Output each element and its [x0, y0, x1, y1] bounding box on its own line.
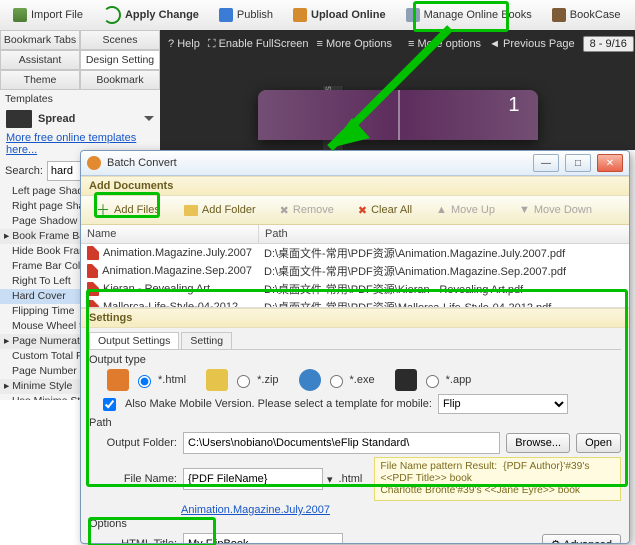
move-down-button[interactable]: ▼Move Down [512, 201, 599, 219]
remove-icon: ✖ [280, 204, 289, 217]
side-tab[interactable]: Assistant [0, 50, 80, 70]
pdf-icon [87, 246, 99, 260]
add-files-button[interactable]: ＋Add Files [89, 197, 167, 223]
folder-icon [184, 205, 198, 216]
example-link[interactable]: Animation.Magazine.July.2007 [181, 504, 330, 516]
dialog-icon [87, 156, 101, 170]
refresh-icon [103, 6, 121, 24]
col-path[interactable]: Path [259, 225, 629, 243]
side-tab[interactable]: Bookmark [80, 70, 160, 90]
minimize-button[interactable]: — [533, 154, 559, 172]
book-preview[interactable]: 1 [258, 90, 538, 140]
exe-icon [299, 369, 321, 391]
clear-all-button[interactable]: ✖Clear All [351, 201, 419, 220]
side-tab[interactable]: Theme [0, 70, 80, 90]
pdf-icon [87, 300, 99, 308]
clear-icon: ✖ [358, 204, 367, 217]
zip-icon [206, 369, 228, 391]
page-indicator[interactable]: 8 - 9/16 [583, 36, 634, 52]
side-tab[interactable]: Bookmark Tabs [0, 30, 80, 50]
app-icon [395, 369, 417, 391]
bookcase-icon [552, 8, 566, 22]
open-button[interactable]: Open [576, 433, 621, 453]
html-title-input[interactable] [183, 533, 343, 544]
dialog-title: Batch Convert [107, 157, 177, 169]
output-folder-input[interactable] [183, 432, 500, 454]
maximize-button[interactable]: □ [565, 154, 591, 172]
settings-header: Settings [81, 308, 629, 328]
radio-exe[interactable] [330, 375, 343, 388]
add-documents-header: Add Documents [81, 176, 629, 196]
fullscreen-button[interactable]: ⛶ Enable FullScreen [208, 38, 309, 51]
help-button[interactable]: ? Help [168, 38, 200, 50]
html-title-label: HTML Title: [99, 538, 177, 544]
file-row[interactable]: Animation.Magazine.Sep.2007D:\桌面文件-常用\PD… [81, 262, 629, 280]
side-tab[interactable]: Scenes [80, 30, 160, 50]
pdf-icon [87, 264, 98, 278]
import-icon [13, 8, 27, 22]
spread-template-name: Spread [38, 113, 75, 125]
move-up-button[interactable]: ▲Move Up [429, 201, 502, 219]
pattern-note: File Name pattern Result: {PDF Author}'#… [374, 457, 621, 501]
close-button[interactable]: ✕ [597, 154, 623, 172]
col-name[interactable]: Name [81, 225, 259, 243]
manage-books-button[interactable]: Manage Online Books [399, 5, 539, 25]
file-list[interactable]: NamePath Animation.Magazine.July.2007D:\… [81, 225, 629, 308]
browse-button[interactable]: Browse... [506, 433, 570, 453]
radio-zip[interactable] [237, 375, 250, 388]
tab-setting[interactable]: Setting [181, 332, 232, 349]
batch-convert-dialog: Batch Convert — □ ✕ Add Documents ＋Add F… [80, 150, 630, 544]
publish-icon [219, 8, 233, 22]
add-folder-button[interactable]: Add Folder [177, 201, 263, 219]
preview-area: ? Help ⛶ Enable FullScreen ≡ More Option… [160, 30, 635, 150]
file-row[interactable]: Kieran - Revealing ArtD:\桌面文件-常用\PDF资源\K… [81, 280, 629, 298]
file-row[interactable]: Mallorca-Life-Style-04-2012D:\桌面文件-常用\PD… [81, 298, 629, 308]
advanced-button[interactable]: ⚙ Advanced [542, 534, 621, 544]
chevron-down-icon[interactable] [144, 116, 154, 126]
remove-button[interactable]: ✖Remove [273, 201, 341, 220]
path-label: Path [89, 417, 621, 429]
file-name-input[interactable] [183, 468, 323, 490]
search-label: Search: [5, 165, 43, 177]
import-file-button[interactable]: Import File [6, 5, 90, 25]
side-tab[interactable]: Design Setting [80, 50, 160, 70]
more-options-1[interactable]: ≡ More Options [316, 38, 392, 50]
options-label: Options [89, 518, 621, 530]
publish-button[interactable]: Publish [212, 5, 280, 25]
output-type-label: Output type [89, 354, 621, 366]
file-name-label: File Name: [99, 473, 177, 485]
side-tabs: Bookmark TabsScenesAssistantDesign Setti… [0, 30, 160, 90]
file-row[interactable]: Animation.Magazine.July.2007D:\桌面文件-常用\P… [81, 244, 629, 262]
upload-icon [293, 8, 307, 22]
apply-change-button[interactable]: Apply Change [96, 3, 206, 27]
more-options-2[interactable]: ≡ More options [408, 38, 481, 50]
templates-label: Templates [0, 90, 160, 108]
tab-output-settings[interactable]: Output Settings [89, 332, 179, 349]
mobile-checkbox[interactable] [103, 398, 116, 411]
prev-page-button[interactable]: ◄ Previous Page [489, 38, 575, 50]
upload-online-button[interactable]: Upload Online [286, 5, 393, 25]
mobile-template-select[interactable]: Flip [438, 394, 568, 414]
html-icon [107, 369, 129, 391]
books-icon [406, 8, 420, 22]
output-folder-label: Output Folder: [99, 437, 177, 449]
radio-app[interactable] [426, 375, 439, 388]
pdf-icon [87, 282, 99, 296]
bookcase-button[interactable]: BookCase [545, 5, 628, 25]
gear-icon: ⚙ [551, 539, 561, 545]
main-toolbar: Import File Apply Change Publish Upload … [0, 0, 635, 31]
arrow-up-icon: ▲ [436, 204, 447, 216]
arrow-down-icon: ▼ [519, 204, 530, 216]
spread-template-icon[interactable] [6, 110, 32, 128]
add-documents-toolbar: ＋Add Files Add Folder ✖Remove ✖Clear All… [81, 196, 629, 225]
add-files-icon: ＋ [96, 200, 110, 220]
radio-html[interactable] [138, 375, 151, 388]
